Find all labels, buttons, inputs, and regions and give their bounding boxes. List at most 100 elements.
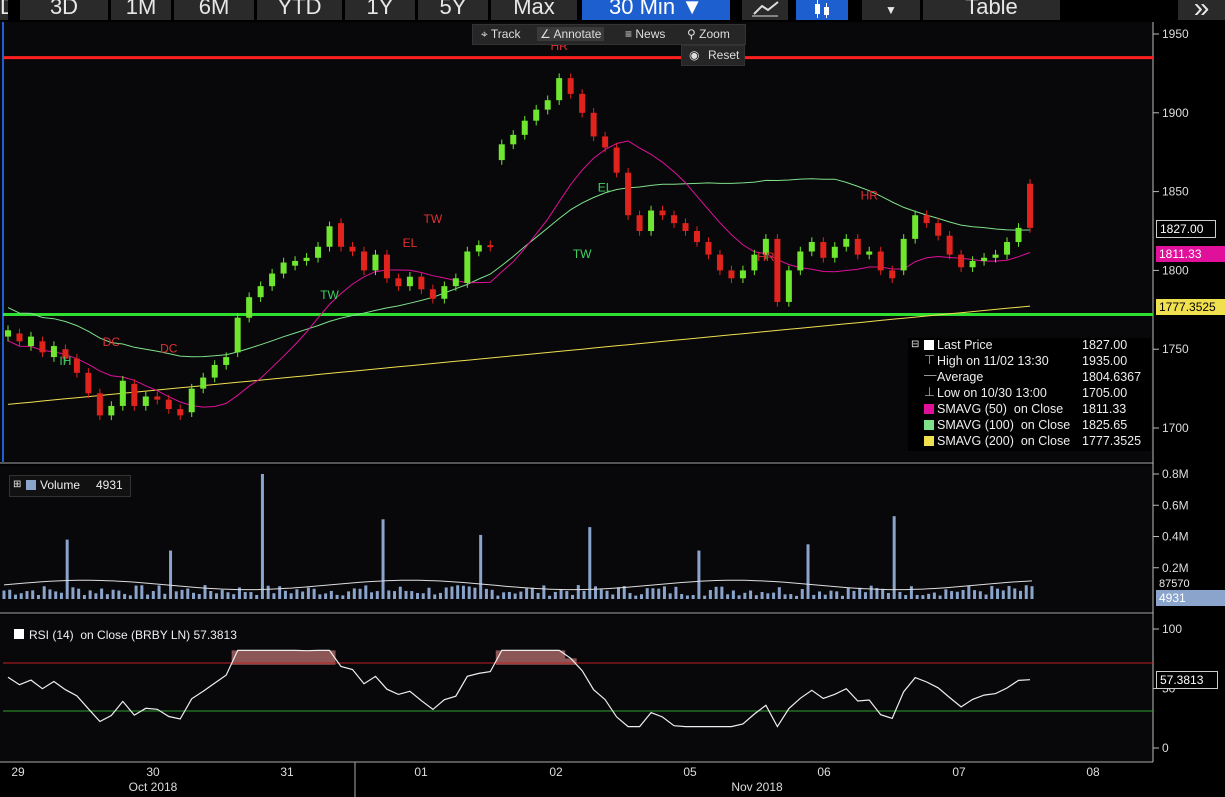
news-tool[interactable]: ≡ News xyxy=(625,27,665,41)
volume-bar xyxy=(525,588,529,599)
volume-bar xyxy=(932,592,936,599)
candle-body xyxy=(912,215,919,239)
pencil-icon: ∠ xyxy=(540,27,551,41)
candle-body xyxy=(131,383,138,406)
candle-body xyxy=(567,78,574,94)
candle-body xyxy=(429,289,436,299)
volume-bar xyxy=(858,587,862,599)
candle-body xyxy=(877,251,884,271)
volume-bar xyxy=(1030,586,1034,599)
range-button-3d[interactable]: 3D xyxy=(20,0,108,20)
volume-bar xyxy=(467,586,471,599)
volume-bar xyxy=(990,586,994,599)
volume-bar xyxy=(777,587,781,599)
volume-bar xyxy=(209,591,213,599)
volume-bar xyxy=(513,593,517,599)
track-tool[interactable]: ⌖ Track xyxy=(481,27,520,42)
volume-bar xyxy=(1001,590,1005,599)
volume-bar xyxy=(387,590,391,599)
date-axis-day-label: 06 xyxy=(817,765,831,779)
volume-bar xyxy=(19,593,23,599)
volume-bar xyxy=(519,591,523,599)
volume-bar xyxy=(944,589,948,599)
candle-body xyxy=(900,238,907,271)
candle-body xyxy=(1004,242,1011,255)
volume-bar xyxy=(226,592,230,599)
candle-body xyxy=(360,251,367,271)
range-button-6m[interactable]: 6M xyxy=(174,0,254,20)
crosshair-icon: ⌖ xyxy=(481,27,488,41)
range-button-5y[interactable]: 5Y xyxy=(418,0,488,20)
range-button-d[interactable]: D xyxy=(0,0,8,20)
reset-label: Reset xyxy=(708,48,740,62)
volume-bar xyxy=(151,591,155,599)
volume-last-tag: 4931 xyxy=(1156,590,1225,606)
volume-axis-label: 0.6M xyxy=(1162,498,1189,512)
candle-body xyxy=(154,396,161,400)
volume-bar xyxy=(146,594,150,599)
table-button[interactable]: Table xyxy=(923,0,1060,20)
volume-bar xyxy=(611,594,615,599)
annotate-tool[interactable]: ∠ Annotate xyxy=(537,27,605,41)
candle-body xyxy=(142,396,149,406)
collapse-icon: ⊞ xyxy=(13,479,22,490)
zoom-tool[interactable]: ⚲ Zoom xyxy=(687,27,730,41)
candle-body xyxy=(854,238,861,255)
volume-bar xyxy=(484,588,488,599)
volume-bar xyxy=(1013,588,1017,599)
volume-bar xyxy=(737,595,741,599)
chart-type-candle-button[interactable] xyxy=(796,0,848,20)
candle-body xyxy=(636,215,643,231)
volume-bar xyxy=(553,591,557,599)
range-button-1m[interactable]: 1M xyxy=(111,0,171,20)
zoom-label: Zoom xyxy=(699,27,730,41)
volume-bar xyxy=(743,592,747,599)
candle-body xyxy=(625,172,632,216)
volume-swatch xyxy=(26,480,36,490)
candle-body xyxy=(556,78,563,101)
volume-bar xyxy=(548,595,552,599)
volume-bar xyxy=(128,595,132,599)
volume-bar xyxy=(461,585,465,599)
chart-type-line-button[interactable] xyxy=(742,0,788,20)
volume-bar xyxy=(829,590,833,599)
range-button-max[interactable]: Max xyxy=(491,0,577,20)
range-button-ytd[interactable]: YTD xyxy=(257,0,342,20)
volume-bar xyxy=(456,585,460,599)
date-axis-day-label: 30 xyxy=(146,765,160,779)
volume-bar xyxy=(812,594,816,599)
reset-button[interactable]: ◉ Reset xyxy=(681,45,745,66)
candle-body xyxy=(338,223,345,247)
date-axis-day-label: 02 xyxy=(549,765,563,779)
volume-bar xyxy=(13,594,17,599)
volume-bar xyxy=(232,594,236,599)
volume-bar xyxy=(800,589,804,599)
news-label: News xyxy=(635,27,666,41)
volume-bar xyxy=(301,591,305,599)
more-button[interactable]: » xyxy=(1178,0,1225,20)
range-button-1y[interactable]: 1Y xyxy=(345,0,415,20)
interval-dropdown[interactable]: 30 Min ▼ xyxy=(582,0,730,20)
candle-body xyxy=(843,238,850,247)
volume-bar xyxy=(203,585,207,599)
date-axis-day-label: 01 xyxy=(414,765,428,779)
volume-bar xyxy=(881,588,885,599)
track-label: Track xyxy=(490,27,521,41)
volume-bar xyxy=(680,594,684,599)
candle-body xyxy=(257,286,264,298)
volume-bar xyxy=(909,586,913,599)
candle-body xyxy=(223,357,230,365)
volume-bar xyxy=(639,594,643,599)
pattern-annotation-label: EL xyxy=(598,181,613,195)
volume-bar xyxy=(749,590,753,599)
chart-options-dropdown[interactable]: ▼ xyxy=(862,0,920,20)
rsi-axis-label: 100 xyxy=(1162,622,1182,636)
candle-body xyxy=(671,215,678,224)
candle-body xyxy=(831,246,838,258)
candle-body xyxy=(269,273,276,287)
volume-bar xyxy=(760,591,764,599)
volume-bar xyxy=(220,589,224,599)
volume-axis-label: 0.4M xyxy=(1162,530,1189,544)
volume-bar xyxy=(846,587,850,599)
sma50-price-tag: 1811.33 xyxy=(1156,246,1225,262)
